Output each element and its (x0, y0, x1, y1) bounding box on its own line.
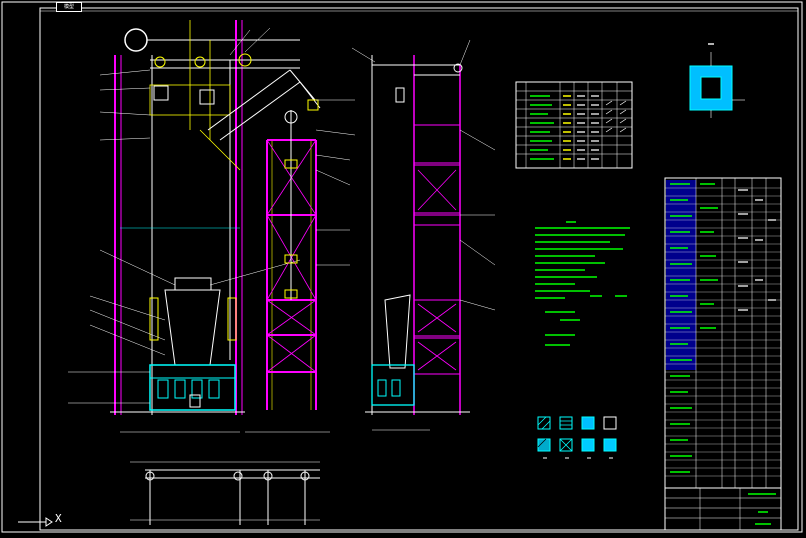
front-elevation-view (68, 20, 301, 433)
plan-view-bottom (130, 461, 320, 525)
technical-notes (535, 221, 630, 346)
material-table (515, 81, 633, 169)
hatch-legend (537, 416, 617, 459)
section-detail (689, 43, 745, 118)
ucs-axis-icon (18, 517, 53, 527)
model-tab-label[interactable]: 模型 (56, 2, 82, 12)
side-elevation-view (351, 39, 496, 431)
ucs-axis-label: X (55, 512, 62, 525)
cad-model-viewport[interactable] (0, 0, 806, 538)
parts-list-title-block (664, 177, 782, 531)
duct-circle (124, 28, 148, 52)
